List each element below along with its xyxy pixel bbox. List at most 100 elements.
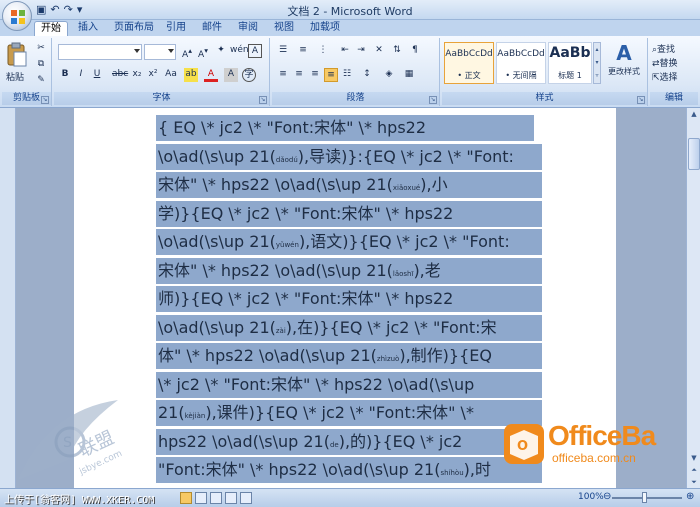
style-normal[interactable]: AaBbCcDd • 正文 (444, 42, 494, 84)
show-marks-icon[interactable]: ¶ (408, 44, 422, 58)
enclose-char-icon[interactable]: 字 (242, 68, 256, 82)
zoom-slider[interactable] (612, 497, 682, 499)
pinyin-annotation: de (329, 441, 339, 449)
tab-home[interactable]: 开始 (34, 21, 68, 36)
line-spacing-icon[interactable]: ↕ (360, 68, 374, 82)
paragraph-launcher-icon[interactable]: ↘ (429, 96, 437, 104)
align-center-icon[interactable]: ≡ (292, 68, 306, 82)
tab-review[interactable]: 审阅 (232, 21, 264, 36)
char-border-icon[interactable]: A (248, 44, 262, 58)
clipboard-launcher-icon[interactable]: ↘ (41, 96, 49, 104)
editing-group-label: 编辑 (650, 92, 698, 105)
chinese-layout-icon[interactable]: ✕ (372, 44, 386, 58)
find-button[interactable]: ⌕查找 (652, 42, 675, 55)
document-line[interactable]: 学)}{EQ \* jc2 \* "Font:宋体" \* hps22 (158, 200, 610, 228)
font-size-combo[interactable] (144, 44, 176, 60)
italic-icon[interactable]: I (74, 68, 88, 82)
bullets-icon[interactable]: ☰ (276, 44, 290, 58)
scroll-thumb[interactable] (688, 138, 700, 170)
tab-references[interactable]: 引用 (160, 21, 192, 36)
document-line[interactable]: \* jc2 \* "Font:宋体" \* hps22 \o\ad(\s\up (158, 371, 610, 399)
tab-page-layout[interactable]: 页面布局 (108, 21, 160, 36)
change-styles-icon: A (616, 41, 632, 65)
field-code-text: ),时 (463, 460, 491, 479)
outline-icon[interactable] (225, 492, 237, 504)
zoom-out-icon[interactable]: ⊖ (603, 491, 611, 502)
align-right-icon[interactable]: ≡ (308, 68, 322, 82)
left-watermark: S 联盟 jsbye.com (8, 400, 158, 490)
change-case-icon[interactable]: Aa (164, 68, 178, 82)
document-line[interactable]: 宋体" \* hps22 \o\ad(\s\up 21(xiǎoxué),小 (158, 171, 610, 199)
borders-icon[interactable]: ▦ (402, 68, 416, 82)
full-screen-icon[interactable] (195, 492, 207, 504)
sort-icon[interactable]: ⇅ (390, 44, 404, 58)
grow-font-icon[interactable]: A▴ (180, 44, 194, 60)
shrink-font-icon[interactable]: A▾ (196, 44, 210, 60)
tab-insert[interactable]: 插入 (72, 21, 104, 36)
scroll-up-icon[interactable]: ▲ (688, 108, 700, 120)
subscript-icon[interactable]: x₂ (130, 68, 144, 82)
cut-icon[interactable]: ✂ (34, 42, 48, 56)
select-button[interactable]: ⇱选择 (652, 70, 678, 83)
field-code-text: "Font:宋体" \* hps22 \o\ad(\s\up 21( (158, 460, 441, 479)
pinyin-annotation: zài (275, 327, 286, 335)
draft-icon[interactable] (240, 492, 252, 504)
select-icon: ⇱ (652, 73, 660, 83)
shading-icon[interactable]: ◈ (382, 68, 396, 82)
clear-format-icon[interactable]: ✦ (214, 44, 228, 58)
paste-button[interactable]: 粘贴 (6, 70, 24, 83)
tab-mailings[interactable]: 邮件 (196, 21, 228, 36)
styles-launcher-icon[interactable]: ↘ (637, 96, 645, 104)
underline-icon[interactable]: U (90, 68, 104, 82)
highlight-icon[interactable]: ab (184, 68, 198, 82)
zoom-in-icon[interactable]: ⊕ (686, 491, 694, 502)
zoom-slider-knob[interactable] (642, 492, 647, 503)
superscript-icon[interactable]: x² (146, 68, 160, 82)
char-shading-icon[interactable]: A (224, 68, 238, 82)
tab-view[interactable]: 视图 (268, 21, 300, 36)
document-line[interactable]: 宋体" \* hps22 \o\ad(\s\up 21(lǎoshī),老 (158, 257, 610, 285)
align-left-icon[interactable]: ≡ (276, 68, 290, 82)
style-no-spacing-sample: AaBbCcDd (497, 49, 545, 59)
multilevel-list-icon[interactable]: ⋮ (316, 44, 330, 58)
font-color-icon[interactable]: A (204, 68, 218, 82)
document-line[interactable]: \o\ad(\s\up 21(yǔwén),语文)}{EQ \* jc2 \* … (158, 228, 610, 256)
font-group: A▴ A▾ ✦ wén A B I U abc x₂ x² Aa ab A A … (54, 38, 270, 106)
document-line[interactable]: 体" \* hps22 \o\ad(\s\up 21(zhìzuò),制作)}{… (158, 342, 610, 370)
select-label: 选择 (659, 73, 678, 83)
document-line[interactable]: { EQ \* jc2 \* "Font:宋体" \* hps22 (158, 114, 610, 142)
bold-icon[interactable]: B (58, 68, 72, 82)
paste-icon[interactable] (6, 42, 28, 68)
next-page-icon[interactable]: ⏷ (688, 476, 700, 488)
styles-scroll[interactable]: ▴ ▾ ▿ (593, 42, 601, 84)
replace-button[interactable]: ⇄替换 (652, 56, 678, 69)
change-styles-button[interactable]: A 更改样式 (604, 40, 644, 84)
paragraph-group-label: 段落 (272, 92, 439, 105)
document-line[interactable]: \o\ad(\s\up 21(dǎodú),导读)}:{EQ \* jc2 \*… (158, 143, 610, 171)
strikethrough-icon[interactable]: abc (112, 68, 128, 82)
numbering-icon[interactable]: ≡ (296, 44, 310, 58)
office-button[interactable] (2, 1, 32, 31)
web-layout-icon[interactable] (210, 492, 222, 504)
distributed-icon[interactable]: ☷ (340, 68, 354, 82)
document-line[interactable]: 师)}{EQ \* jc2 \* "Font:宋体" \* hps22 (158, 285, 610, 313)
document-line[interactable]: \o\ad(\s\up 21(zài),在)}{EQ \* jc2 \* "Fo… (158, 314, 610, 342)
style-no-spacing[interactable]: AaBbCcDd • 无间隔 (496, 42, 546, 84)
copy-icon[interactable]: ⧉ (34, 58, 48, 72)
justify-icon[interactable]: ≡ (324, 68, 338, 82)
field-code-text: hps22 \o\ad(\s\up 21( (158, 432, 330, 451)
field-code-text: { EQ \* jc2 \* "Font:宋体" \* hps22 (158, 118, 427, 137)
format-painter-icon[interactable]: ✎ (34, 74, 48, 88)
zoom-level[interactable]: 100% (578, 492, 604, 502)
decrease-indent-icon[interactable]: ⇤ (338, 44, 352, 58)
tab-add-ins[interactable]: 加载项 (304, 21, 346, 36)
print-layout-icon[interactable] (180, 492, 192, 504)
font-name-combo[interactable] (58, 44, 142, 60)
font-launcher-icon[interactable]: ↘ (259, 96, 267, 104)
style-normal-label: • 正文 (457, 71, 481, 80)
phonetic-guide-icon[interactable]: wén (230, 44, 249, 58)
field-code-text: 21( (158, 403, 185, 422)
ribbon: 粘贴 ✂ ⧉ ✎ 剪贴板 ↘ A▴ A▾ ✦ wén A B I U abc x… (0, 36, 700, 108)
style-heading-1[interactable]: AaBb 标题 1 (548, 42, 592, 84)
increase-indent-icon[interactable]: ⇥ (354, 44, 368, 58)
